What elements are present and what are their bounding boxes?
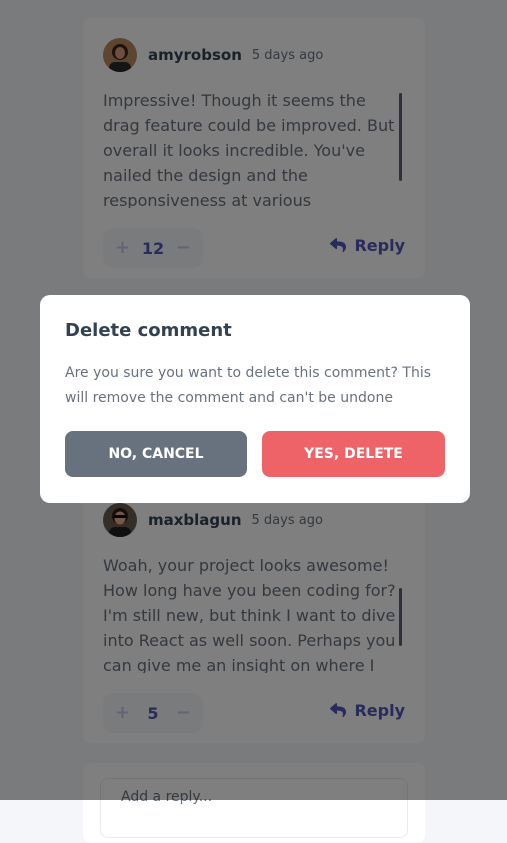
delete-button[interactable]: YES, DELETE — [262, 431, 445, 477]
comments-page: amyrobson 5 days ago Impressive! Though … — [0, 0, 507, 843]
delete-modal: Delete comment Are you sure you want to … — [40, 295, 470, 503]
modal-title: Delete comment — [65, 320, 232, 341]
cancel-button[interactable]: NO, CANCEL — [65, 431, 247, 477]
modal-text: Are you sure you want to delete this com… — [65, 365, 432, 406]
